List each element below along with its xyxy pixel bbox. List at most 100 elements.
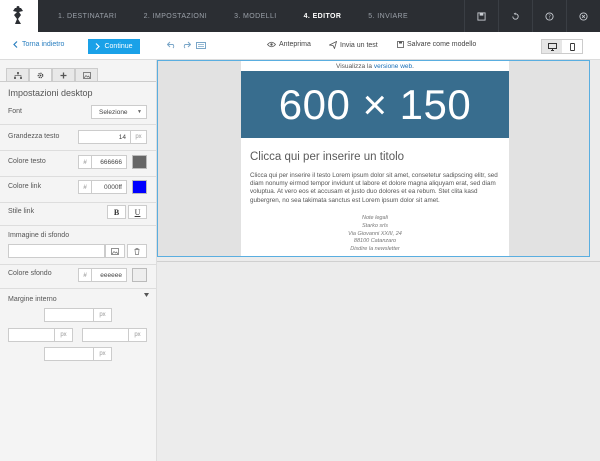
link-style-label: Stile link [8,208,35,215]
step-modelli[interactable]: 3. MODELLI [234,13,277,20]
mobile-view-button[interactable] [562,40,582,53]
back-link-label: Torna indietro [22,41,65,48]
link-color-input[interactable]: 0000ff [92,180,127,194]
redo-icon[interactable] [181,40,191,50]
close-icon[interactable] [566,0,600,32]
email-frame[interactable]: Visualizza la versione web. 600 × 150 Cl… [157,60,590,257]
divider [0,202,156,203]
save-icon [397,41,404,48]
tab-structure[interactable] [6,68,29,81]
text-size-unit: px [131,130,147,144]
padding-right-unit: px [129,328,147,342]
chevron-down-icon: ▼ [137,109,142,115]
webview-line: Visualizza la versione web. [241,63,509,70]
image-icon [111,247,119,255]
send-icon [329,41,337,49]
text-color-hash: # [78,155,92,169]
webview-text: Visualizza la [336,63,373,70]
continue-button[interactable]: Continue [88,39,140,54]
text-color-swatch[interactable] [132,155,147,169]
link-color-label: Colore link [8,183,42,190]
save-template-label: Salvare come modello [407,41,477,48]
save-template-button[interactable]: Salvare come modello [397,41,476,48]
logo-icon [13,6,23,24]
footer-address: Via Giovanni XXIII, 24 [348,230,402,237]
divider [0,176,156,177]
padding-right-input[interactable] [82,328,129,342]
padding-left-input[interactable] [8,328,55,342]
panel-tabs [6,68,98,81]
trash-icon [134,247,140,255]
divider [0,264,156,265]
text-color-input[interactable]: 666666 [92,155,127,169]
help-icon[interactable]: ? [532,0,566,32]
banner-placeholder[interactable]: 600 × 150 [241,71,509,138]
keyboard-icon[interactable] [196,40,206,50]
step-destinatari[interactable]: 1. DESTINATARI [58,13,117,20]
step-inviare[interactable]: 5. INVIARE [368,13,408,20]
footer-company: Starko srls [362,222,388,229]
padding-top-input[interactable] [44,308,94,322]
text-size-input[interactable]: 14 [78,130,131,144]
divider [0,225,156,226]
plus-icon [60,72,67,78]
tab-images[interactable] [75,68,98,81]
bg-image-browse-button[interactable] [105,244,125,258]
link-color-swatch[interactable] [132,180,147,194]
step-editor[interactable]: 4. EDITOR [304,13,342,20]
svg-text:?: ? [548,14,551,20]
app-logo[interactable] [0,0,38,32]
chevron-right-icon [96,43,101,50]
padding-bottom-input[interactable] [44,347,94,361]
bold-button[interactable]: B [107,205,126,219]
bg-image-delete-button[interactable] [127,244,147,258]
webview-link[interactable]: versione web [374,63,412,70]
bg-image-input[interactable] [8,244,105,258]
font-label: Font [8,108,23,115]
preview-label: Anteprima [279,41,311,48]
gear-icon [37,72,44,78]
desktop-view-button[interactable] [542,40,562,53]
font-select[interactable]: Selezione ▼ [91,105,147,119]
bg-color-swatch[interactable] [132,268,147,282]
tabs-divider [0,81,156,82]
step-impostazioni[interactable]: 2. IMPOSTAZIONI [144,13,207,20]
divider [0,150,156,151]
bg-color-label: Colore sfondo [8,270,52,277]
footer-unsubscribe-link[interactable]: Disdire la newsletter [241,246,509,254]
device-toggle [541,39,583,54]
padding-label: Margine interno [8,296,57,303]
email-footer: Note legali Starko srls Via Giovanni XXI… [241,215,509,254]
image-icon [82,71,91,79]
preview-button[interactable]: Anteprima [267,41,311,48]
webview-end: . [412,63,414,70]
divider [0,124,156,125]
send-test-button[interactable]: Invia un test [329,41,378,49]
footer-city: 88100 Catanzaro [353,238,397,245]
bg-color-input[interactable]: eeeeee [92,268,127,282]
font-select-value: Selezione [99,108,128,116]
sitemap-icon [13,71,22,79]
caret-down-icon[interactable] [144,293,149,297]
panel-title: Impostazioni desktop [8,88,93,98]
tab-settings[interactable] [29,68,52,81]
text-color-label: Colore testo [8,158,46,165]
tab-add-content[interactable] [52,68,75,81]
continue-label: Continue [104,43,133,50]
bg-color-hash: # [78,268,92,282]
back-link[interactable]: Torna indietro [13,41,64,48]
email-title[interactable]: Clicca qui per inserire un titolo [250,151,404,163]
link-color-hash: # [78,180,92,194]
send-test-label: Invia un test [340,41,378,49]
wizard-steps: 1. DESTINATARI 2. IMPOSTAZIONI 3. MODELL… [38,0,435,32]
save-icon[interactable] [464,0,498,32]
mobile-icon [569,42,575,51]
text-size-label: Grandezza testo [8,133,60,140]
desktop-icon [547,42,557,51]
eye-icon [267,41,276,48]
history-icon[interactable] [498,0,532,32]
footer-legal-link[interactable]: Note legali [241,215,509,223]
underline-button[interactable]: U [128,205,147,219]
email-body[interactable]: Clicca qui per inserire il testo Lorem i… [250,172,500,205]
undo-icon[interactable] [166,40,176,50]
